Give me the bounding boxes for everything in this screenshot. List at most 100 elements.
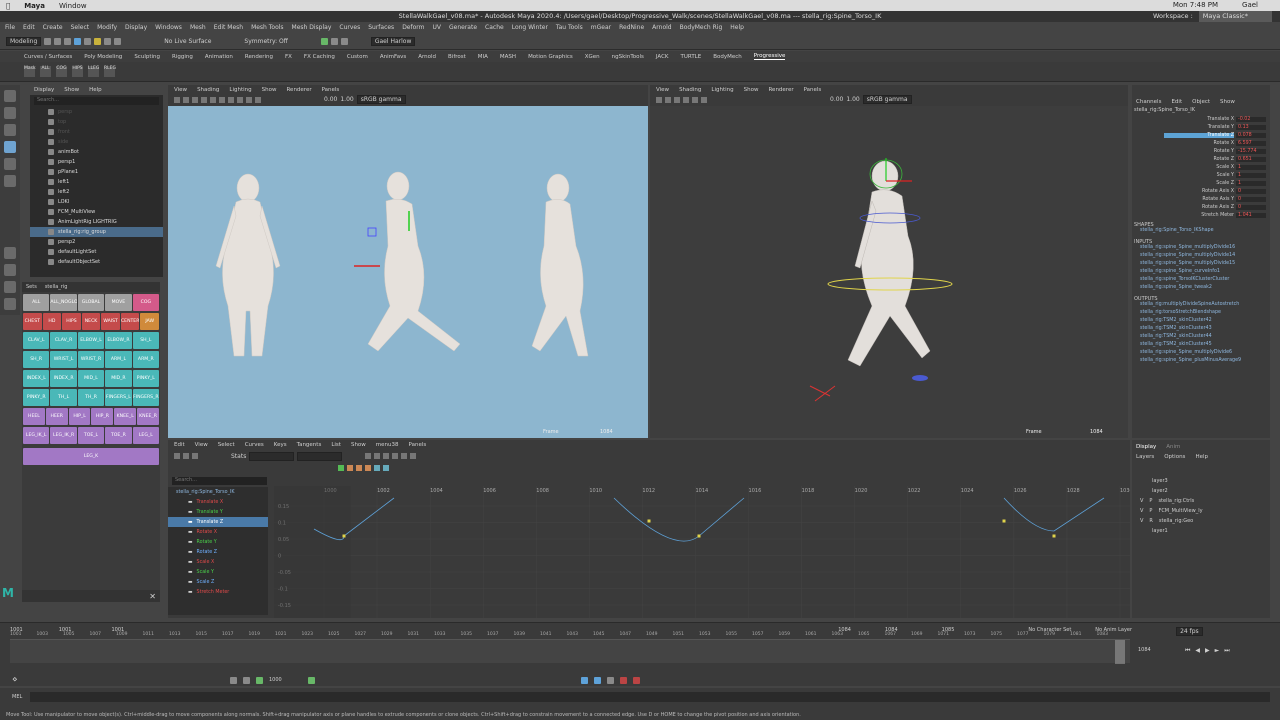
ge-keyframe[interactable] <box>342 534 346 538</box>
outliner-item[interactable]: animBot <box>30 147 163 157</box>
picker-button-sh_r[interactable]: SH_R <box>23 351 50 368</box>
ge-channel-row[interactable]: ▬ Translate X <box>168 497 268 507</box>
ge-menu-select[interactable]: Select <box>218 442 235 448</box>
persp-outliner-layout-icon[interactable] <box>4 281 16 293</box>
exposure-value[interactable]: 0.00 <box>324 96 337 103</box>
picker-button-global[interactable]: GLOBAL <box>77 294 105 311</box>
select-object-icon[interactable] <box>84 38 92 45</box>
vpr-camera-icon[interactable] <box>656 96 662 103</box>
ge-channel-row[interactable]: ▬ Rotate X <box>168 527 268 537</box>
cb-attr-row[interactable]: Stretch Meter 1.041 <box>1132 211 1270 219</box>
current-frame-field[interactable]: 1084 <box>1138 647 1151 653</box>
ge-channel-row[interactable]: ▬ Scale X <box>168 557 268 567</box>
menu-curves[interactable]: Curves <box>339 24 360 31</box>
render-settings-icon[interactable] <box>340 38 348 45</box>
gamma-value[interactable]: 1.00 <box>340 96 353 103</box>
layer-name[interactable]: layer1 <box>1152 528 1168 534</box>
shelf-tab-2[interactable]: Sculpting <box>134 54 160 60</box>
cb-attr-row[interactable]: Scale X1 <box>1132 163 1270 171</box>
cb-attr-value[interactable]: 0 <box>1236 188 1266 194</box>
picker-button-mid_l[interactable]: MID_L <box>77 370 105 387</box>
rs-tool-icon-2[interactable] <box>593 676 601 684</box>
shelf-tab-7[interactable]: FX Caching <box>304 54 335 60</box>
mac-app-name[interactable]: Maya <box>24 2 45 10</box>
cb-outputs-item[interactable]: stella_rig:multiplyDivideSpineAutostretc… <box>1140 302 1270 310</box>
ge-flat-tangent-icon[interactable] <box>401 453 408 459</box>
outliner-item[interactable]: FCM_MultiView <box>30 207 163 217</box>
picker-button-toe_l[interactable]: TOE_L <box>77 427 105 444</box>
ge-menu-view[interactable]: View <box>195 442 208 448</box>
vpr-menu-show[interactable]: Show <box>744 87 759 93</box>
camera-icon[interactable] <box>174 96 180 103</box>
rotate-tool-icon[interactable] <box>4 158 16 170</box>
menu-mgear[interactable]: mGear <box>591 24 611 31</box>
picker-button-wrist_r[interactable]: WRIST_R <box>77 351 105 368</box>
range-value[interactable]: 1000 <box>269 677 282 683</box>
picker-button-center[interactable]: CENTER <box>120 313 140 330</box>
menu-mesh[interactable]: Mesh <box>190 24 206 31</box>
picker-button-arm_r[interactable]: ARM_R <box>132 351 160 368</box>
shelf-tab-20[interactable]: Progressive <box>753 53 786 60</box>
cb-inputs-item[interactable]: stella_rig:spine_Spine_multiplyDivide14 <box>1140 253 1270 261</box>
cb-outputs-item[interactable]: stella_rig:spine_Spine_plusMinusAverage9 <box>1140 358 1270 366</box>
layer-visible-toggle[interactable]: V <box>1140 498 1143 504</box>
bookmark-icon[interactable] <box>192 96 198 103</box>
viewport-right-canvas[interactable]: Frame 1084 <box>650 106 1128 438</box>
vpr-gamma-value[interactable]: 1.00 <box>846 96 859 103</box>
cb-attr-label[interactable]: Translate X <box>1164 117 1234 122</box>
cb-attr-row[interactable]: Rotate X 6.597 <box>1132 139 1270 147</box>
rs-key-icon[interactable] <box>307 676 315 684</box>
rs-tool-icon-3[interactable] <box>606 676 614 684</box>
outliner-item[interactable]: top <box>30 117 163 127</box>
cb-menu-channels[interactable]: Channels <box>1136 99 1161 105</box>
outliner-item[interactable]: defaultObjectSet <box>30 257 163 267</box>
outliner-item[interactable]: left1 <box>30 177 163 187</box>
vpr-xray-icon[interactable] <box>692 96 698 103</box>
ge-keyframe[interactable] <box>1002 519 1006 523</box>
ge-linear-tangent-icon[interactable] <box>392 453 399 459</box>
layer-name[interactable]: FCM_MultiView_ly <box>1158 508 1202 514</box>
shelf-tab-13[interactable]: MASH <box>500 54 516 60</box>
cb-attr-label[interactable]: Rotate X <box>1164 141 1234 146</box>
shelf-tab-18[interactable]: TURTLE <box>681 54 702 60</box>
cb-attr-value[interactable]: 0 <box>1236 204 1266 210</box>
menu-tau-tools[interactable]: Tau Tools <box>556 24 583 31</box>
cb-attr-row[interactable]: Rotate Axis Y0 <box>1132 195 1270 203</box>
picker-button-th_r[interactable]: TH_R <box>77 389 105 406</box>
step-back-icon[interactable]: ◀ <box>1195 647 1200 655</box>
menu-deform[interactable]: Deform <box>402 24 424 31</box>
vpr-menu-panels[interactable]: Panels <box>804 87 822 93</box>
ge-menu-tangents[interactable]: Tangents <box>297 442 322 448</box>
cb-object-name[interactable]: stella_rig:Spine_Torso_IK <box>1132 107 1270 115</box>
menu-uv[interactable]: UV <box>433 24 442 31</box>
outliner-item[interactable]: stella_rig:rig_group <box>30 227 163 237</box>
ge-search-input[interactable]: Search... <box>172 477 267 485</box>
ge-key-icon[interactable] <box>338 465 344 471</box>
picker-button-hip_r[interactable]: HIP_R <box>91 408 114 425</box>
outliner-item[interactable]: side <box>30 137 163 147</box>
picker-button-move[interactable]: MOVE <box>105 294 132 311</box>
fps-dropdown[interactable]: 24 fps <box>1176 627 1203 636</box>
outliner-search-input[interactable]: Search... <box>34 97 159 105</box>
picker-button-hip_l[interactable]: HIP_L <box>68 408 91 425</box>
picker-button-leg_k[interactable]: LEG_K <box>23 448 159 465</box>
menu-select[interactable]: Select <box>71 24 90 31</box>
layer-row[interactable]: layer1 <box>1132 526 1270 536</box>
menu-cache[interactable]: Cache <box>485 24 504 31</box>
shelf-tab-14[interactable]: Motion Graphics <box>528 54 573 60</box>
mac-menu-window[interactable]: Window <box>59 2 87 10</box>
vpr-shade-icon[interactable] <box>683 96 689 103</box>
picker-button-hd[interactable]: HD <box>42 313 62 330</box>
cb-attr-value[interactable]: 6.597 <box>1236 140 1266 146</box>
cb-shapes-item[interactable]: stella_rig:Spine_Torso_IKShape <box>1140 228 1270 236</box>
cb-attr-row[interactable]: Rotate Axis Z0 <box>1132 203 1270 211</box>
layer-row[interactable]: V Pstella_rig:Ctrls <box>1132 496 1270 506</box>
rs-icon-1[interactable] <box>230 676 237 684</box>
outliner-item[interactable]: persp1 <box>30 157 163 167</box>
shelf-tab-0[interactable]: Curves / Surfaces <box>24 54 72 60</box>
picker-button-index_l[interactable]: INDEX_L <box>23 370 50 387</box>
ge-euler-icon[interactable] <box>356 465 362 471</box>
scale-tool-icon[interactable] <box>4 175 16 187</box>
ge-frame-all-icon[interactable] <box>365 453 372 459</box>
save-scene-icon[interactable] <box>64 38 72 45</box>
